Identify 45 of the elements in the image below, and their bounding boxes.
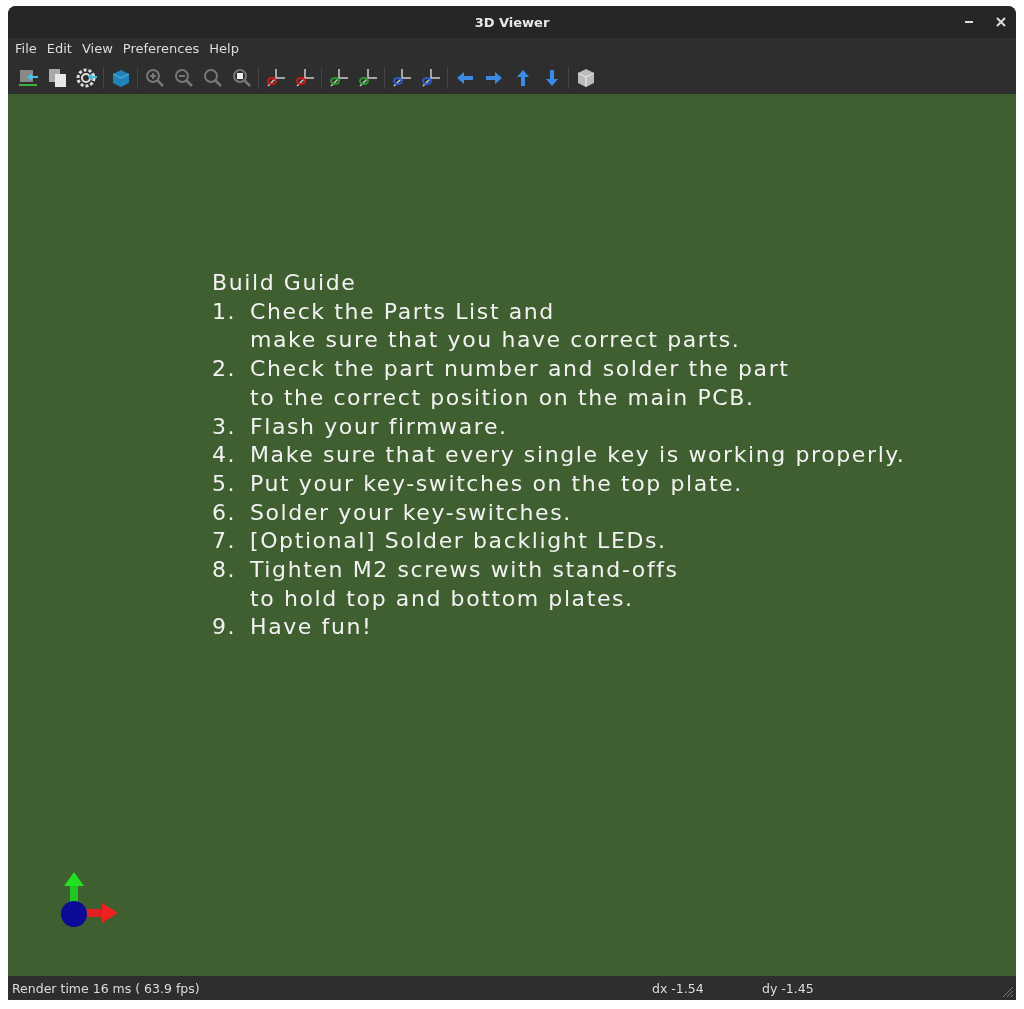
step-text: Check the part number and solder the part xyxy=(250,355,790,384)
rotate-z-icon[interactable] xyxy=(390,66,413,89)
menu-item[interactable]: Edit xyxy=(41,41,77,61)
copy-icon[interactable] xyxy=(46,66,69,89)
step-text: make sure that you have correct parts. xyxy=(250,326,741,355)
menu-item[interactable]: View xyxy=(76,41,118,61)
step-text: Check the Parts List and xyxy=(250,297,556,326)
step-text: Tighten M2 screws with stand-offs xyxy=(250,556,679,585)
menu-item[interactable]: Help xyxy=(204,41,244,61)
guide-title: Build Guide xyxy=(212,269,358,297)
step-number: 6. xyxy=(212,498,238,527)
resize-grip-icon[interactable] xyxy=(1000,984,1014,998)
zoom-in-icon[interactable] xyxy=(143,66,166,89)
step-text: Flash your firmware. xyxy=(250,412,508,441)
minimize-button[interactable] xyxy=(964,20,974,24)
step-text: Have fun! xyxy=(250,613,373,642)
step-number: 8. xyxy=(212,556,238,585)
settings-icon[interactable] xyxy=(75,66,98,89)
zoom-out-icon[interactable] xyxy=(172,66,195,89)
close-button[interactable] xyxy=(996,17,1006,27)
step-number: 2. xyxy=(212,355,238,384)
zoom-fit-icon[interactable] xyxy=(230,66,253,89)
menu-item[interactable]: File xyxy=(10,41,42,61)
dy-text: dy -1.45 xyxy=(762,980,814,996)
step-number: 7. xyxy=(212,527,238,556)
rotate-x-icon[interactable] xyxy=(293,66,316,89)
step-text: Solder your key-switches. xyxy=(250,498,572,527)
dx-text: dx -1.54 xyxy=(652,980,705,996)
step-number: 3. xyxy=(212,412,238,441)
step-text: Put your key-switches on the top plate. xyxy=(250,469,743,498)
step-text: to the correct position on the main PCB. xyxy=(250,383,756,412)
rotate-z-icon[interactable] xyxy=(419,66,442,89)
window-title: 3D Viewer xyxy=(474,14,550,30)
step-text: Make sure that every single key is working properly. xyxy=(250,441,906,470)
rotate-y-icon[interactable] xyxy=(327,66,350,89)
step-text: to hold top and bottom plates. xyxy=(250,584,635,613)
step-number: 5. xyxy=(212,469,238,498)
rotate-x-icon[interactable] xyxy=(264,66,287,89)
render-time-text: Render time 16 ms ( 63.9 fps) xyxy=(12,980,201,996)
step-number: 1. xyxy=(212,297,238,326)
rotate-y-icon[interactable] xyxy=(356,66,379,89)
menu-item[interactable]: Preferences xyxy=(117,41,205,61)
step-number: 9. xyxy=(212,613,238,642)
step-number: 4. xyxy=(212,441,238,470)
step-text: [Optional] Solder backlight LEDs. xyxy=(250,527,667,556)
